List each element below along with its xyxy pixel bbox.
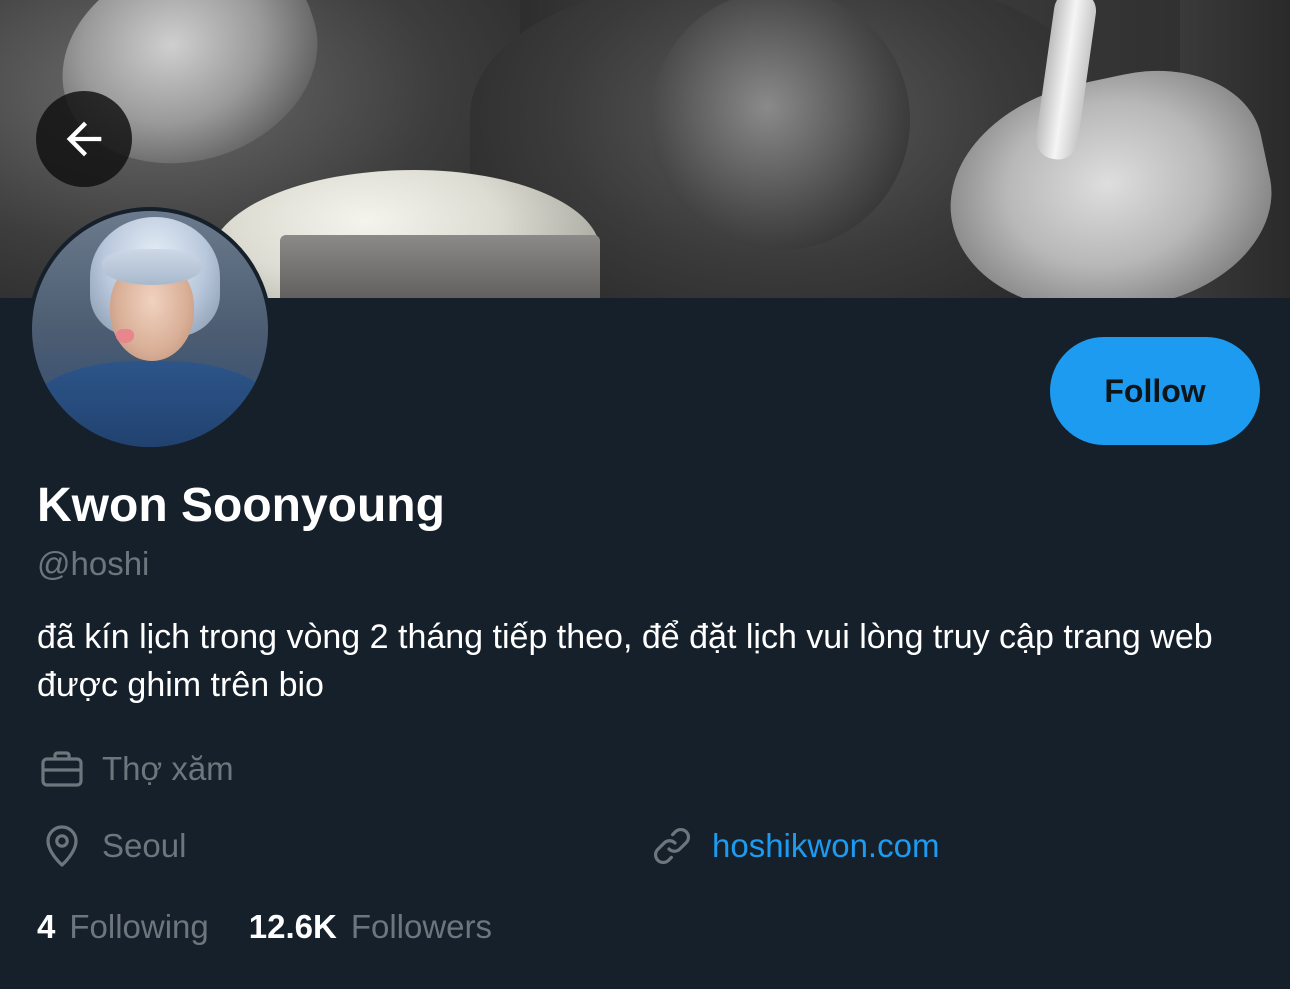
briefcase-icon — [41, 751, 83, 787]
following-stat[interactable]: 4 Following — [37, 908, 209, 946]
map-pin-icon — [46, 825, 78, 867]
profile-bio: đã kín lịch trong vòng 2 tháng tiếp theo… — [37, 618, 1213, 704]
profile-job: Thợ xăm — [38, 745, 234, 793]
followers-label: Followers — [350, 908, 493, 945]
following-count: 4 — [37, 908, 56, 945]
following-label: Following — [69, 908, 209, 945]
link-icon — [653, 827, 691, 865]
location-label: Seoul — [102, 827, 187, 864]
followers-stat[interactable]: 12.6K Followers — [249, 908, 492, 946]
follow-button[interactable]: Follow — [1050, 337, 1260, 445]
arrow-left-icon — [66, 121, 102, 157]
profile-page: Follow Kwon Soonyoung @hoshi đã kín lịch… — [0, 0, 1290, 989]
profile-website[interactable]: hoshikwon.com — [648, 822, 939, 870]
profile-name: Kwon Soonyoung — [37, 479, 445, 532]
followers-count: 12.6K — [248, 908, 337, 945]
website-link[interactable]: hoshikwon.com — [712, 827, 939, 865]
back-button[interactable] — [36, 91, 132, 187]
profile-location: Seoul — [38, 822, 186, 870]
profile-avatar[interactable] — [28, 207, 272, 451]
job-label: Thợ xăm — [102, 750, 234, 787]
follow-stats: 4 Following 12.6K Followers — [37, 908, 492, 946]
profile-handle: @hoshi — [37, 545, 150, 582]
